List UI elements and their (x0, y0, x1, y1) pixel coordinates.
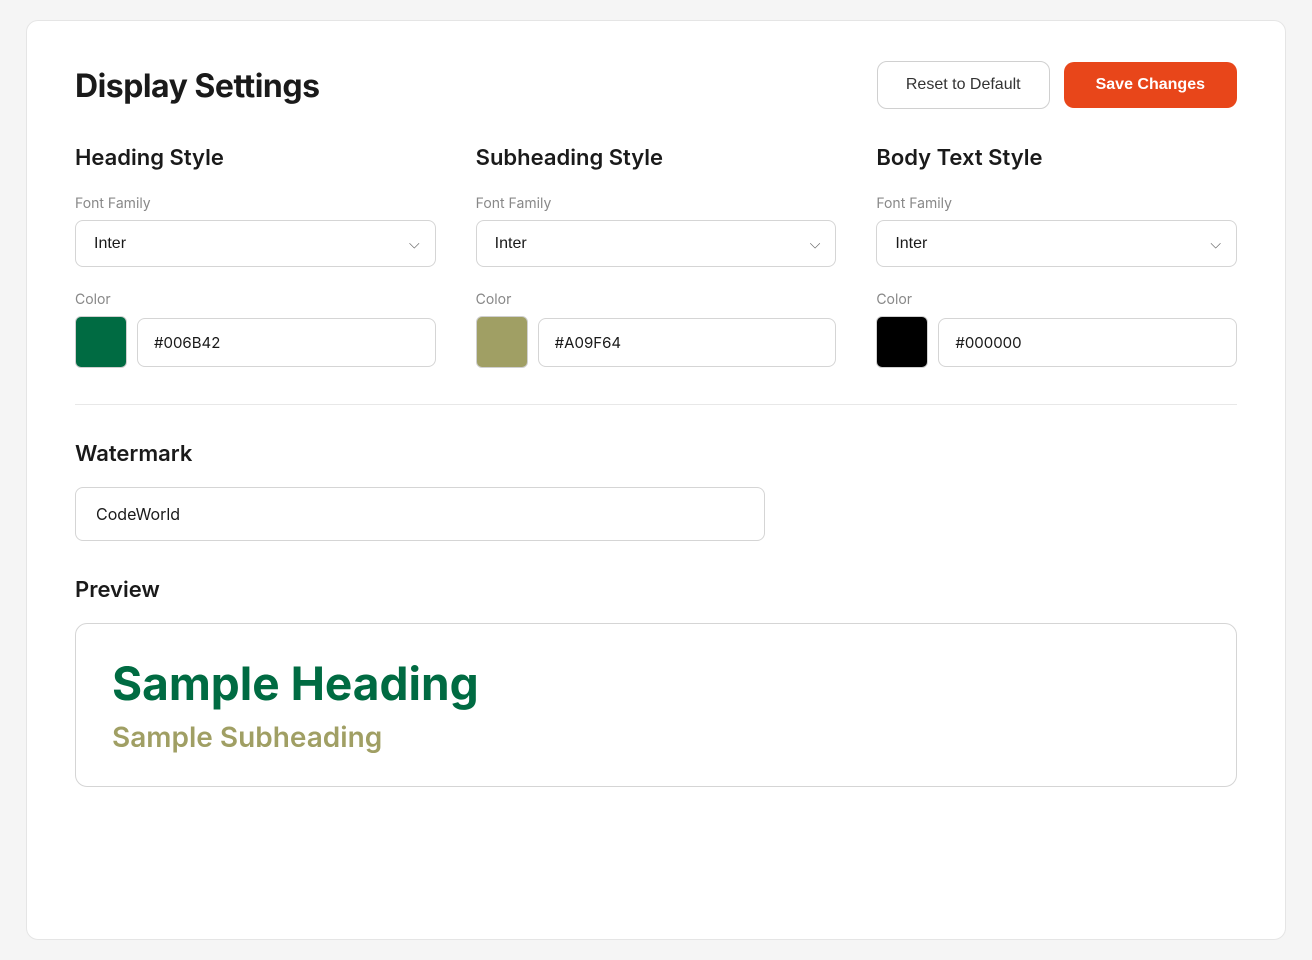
subheading-color-input[interactable] (538, 318, 837, 367)
preview-title: Preview (75, 577, 1237, 603)
watermark-section: Watermark (75, 441, 1237, 541)
body-text-style-title: Body Text Style (876, 145, 1237, 171)
preview-subheading: Sample Subheading (112, 720, 1200, 754)
section-divider (75, 404, 1237, 405)
heading-font-select-wrapper: Inter Arial Roboto Georgia Helvetica Tim… (75, 220, 436, 267)
subheading-color-row (476, 316, 837, 368)
watermark-title: Watermark (75, 441, 1237, 467)
heading-color-swatch[interactable] (75, 316, 127, 368)
subheading-font-select[interactable]: Inter Arial Roboto Georgia Helvetica Tim… (476, 220, 837, 267)
page-container: Display Settings Reset to Default Save C… (26, 20, 1286, 940)
heading-color-input[interactable] (137, 318, 436, 367)
header-actions: Reset to Default Save Changes (877, 61, 1237, 109)
preview-heading: Sample Heading (112, 656, 1200, 712)
body-text-style-column: Body Text Style Font Family Inter Arial … (876, 145, 1237, 368)
header-row: Display Settings Reset to Default Save C… (75, 61, 1237, 109)
body-color-row (876, 316, 1237, 368)
heading-style-column: Heading Style Font Family Inter Arial Ro… (75, 145, 436, 368)
reset-button[interactable]: Reset to Default (877, 61, 1050, 109)
heading-color-row (75, 316, 436, 368)
style-columns: Heading Style Font Family Inter Arial Ro… (75, 145, 1237, 368)
heading-font-select[interactable]: Inter Arial Roboto Georgia Helvetica Tim… (75, 220, 436, 267)
body-font-family-label: Font Family (876, 195, 1237, 212)
watermark-input[interactable] (75, 487, 765, 541)
subheading-font-family-label: Font Family (476, 195, 837, 212)
subheading-style-title: Subheading Style (476, 145, 837, 171)
body-font-select[interactable]: Inter Arial Roboto Georgia Helvetica Tim… (876, 220, 1237, 267)
subheading-font-select-wrapper: Inter Arial Roboto Georgia Helvetica Tim… (476, 220, 837, 267)
subheading-color-swatch[interactable] (476, 316, 528, 368)
body-font-select-wrapper: Inter Arial Roboto Georgia Helvetica Tim… (876, 220, 1237, 267)
body-color-label: Color (876, 291, 1237, 308)
subheading-color-label: Color (476, 291, 837, 308)
heading-font-family-label: Font Family (75, 195, 436, 212)
subheading-style-column: Subheading Style Font Family Inter Arial… (476, 145, 837, 368)
body-color-swatch[interactable] (876, 316, 928, 368)
body-color-input[interactable] (938, 318, 1237, 367)
preview-section: Preview Sample Heading Sample Subheading (75, 577, 1237, 787)
save-button[interactable]: Save Changes (1064, 62, 1237, 108)
page-title: Display Settings (75, 66, 319, 105)
preview-box: Sample Heading Sample Subheading (75, 623, 1237, 787)
heading-color-label: Color (75, 291, 436, 308)
heading-style-title: Heading Style (75, 145, 436, 171)
